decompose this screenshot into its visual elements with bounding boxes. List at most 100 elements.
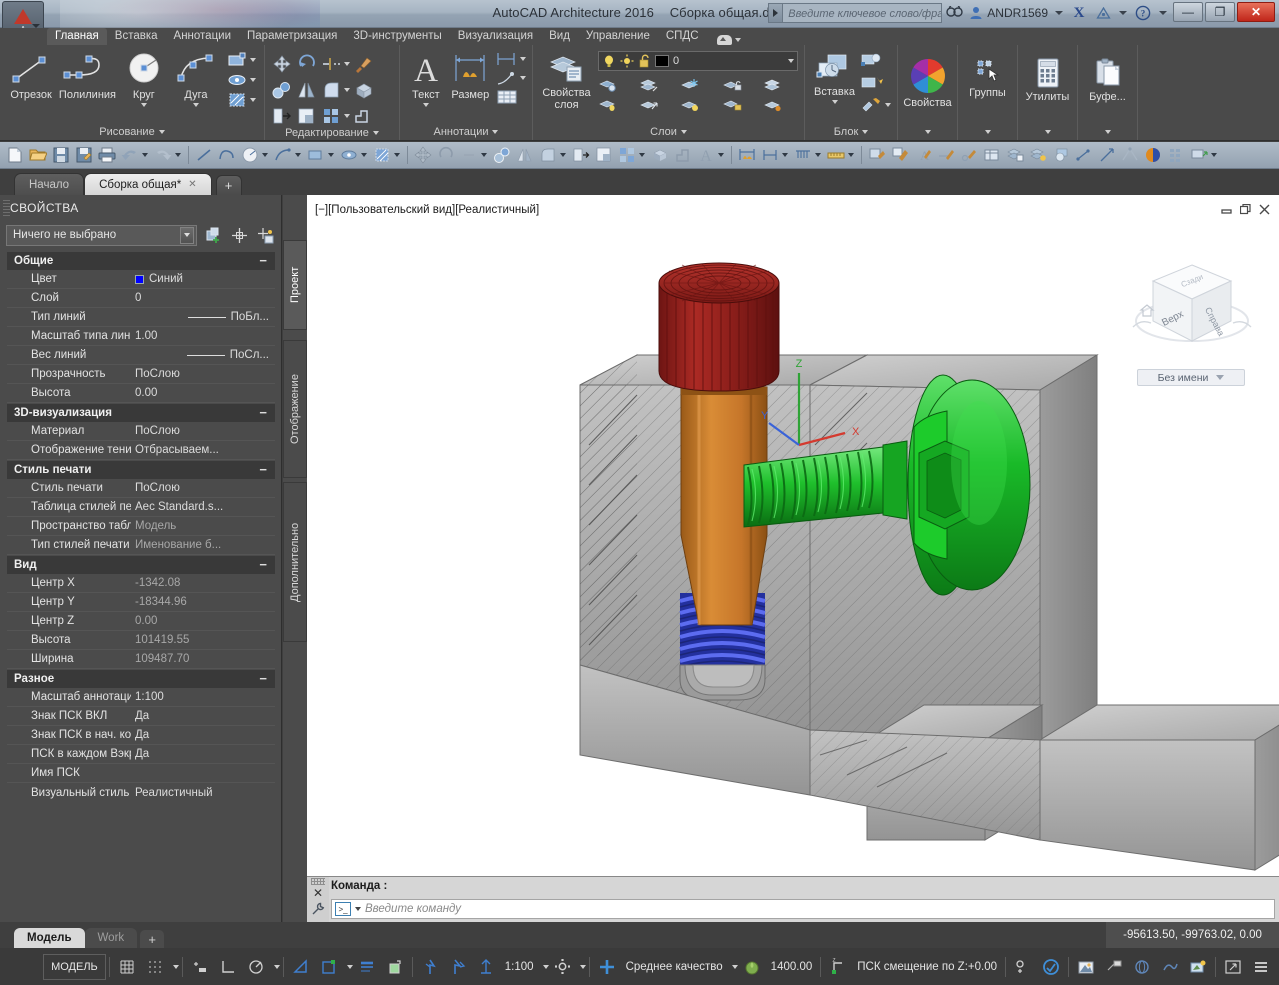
infocenter-expand-button[interactable] xyxy=(768,3,783,23)
ribbon-tab-home[interactable]: Главная xyxy=(47,28,107,45)
named-view-dropdown[interactable]: Без имени xyxy=(1137,369,1245,386)
collapse-icon[interactable]: − xyxy=(259,558,267,571)
ribbon-panel-block-title[interactable]: Блок xyxy=(805,123,897,140)
property-value[interactable]: ПоСл... xyxy=(131,349,275,361)
property-value[interactable]: Синий xyxy=(131,273,275,285)
collapse-icon[interactable]: − xyxy=(259,672,267,685)
ortho-mode-icon[interactable] xyxy=(214,954,242,980)
ribbon-tab-visualization[interactable]: Визуализация xyxy=(450,28,541,45)
ribbon-tab-view[interactable]: Вид xyxy=(541,28,578,45)
property-row[interactable]: Стиль печати ПоСлою xyxy=(7,479,275,498)
property-row[interactable]: Знак ПСК в нач. коорд. Да xyxy=(7,726,275,745)
add-layout-button[interactable]: + xyxy=(140,930,165,948)
tool-rectangle[interactable] xyxy=(227,51,257,69)
undo-icon[interactable] xyxy=(119,144,141,166)
aec-brush-icon[interactable] xyxy=(889,144,911,166)
layer-manager-icon[interactable] xyxy=(1004,144,1026,166)
fillet-chevron-icon[interactable] xyxy=(560,153,566,157)
tool-layer-make-current[interactable] xyxy=(763,77,798,93)
tool-layer-thaw[interactable] xyxy=(680,97,715,113)
property-row[interactable]: Визуальный стиль Реалистичный xyxy=(7,783,275,802)
tool-text[interactable]: A Текст xyxy=(406,49,446,107)
ribbon-workspace-switch[interactable] xyxy=(716,35,741,45)
annotation-monitor-icon[interactable] xyxy=(1100,954,1128,980)
chevron-down-icon[interactable] xyxy=(520,76,526,80)
ribbon-panel-clipboard-expand[interactable] xyxy=(1078,123,1137,140)
selection-cycling-icon[interactable] xyxy=(416,954,444,980)
chevron-down-icon[interactable] xyxy=(180,226,194,244)
trim-icon[interactable] xyxy=(458,144,480,166)
chevron-down-icon[interactable] xyxy=(520,57,526,61)
chevron-down-icon[interactable] xyxy=(192,103,199,107)
multileader-icon[interactable] xyxy=(792,144,814,166)
property-row[interactable]: Цвет Синий xyxy=(7,270,275,289)
workspace-gear-icon[interactable] xyxy=(549,954,576,980)
extrude-icon[interactable] xyxy=(649,144,671,166)
property-value[interactable]: Да xyxy=(131,748,275,760)
property-row[interactable]: Знак ПСК ВКЛ Да xyxy=(7,707,275,726)
ellipse-chevron-icon[interactable] xyxy=(361,153,367,157)
measure-icon[interactable] xyxy=(825,144,847,166)
tool-layer-isolate[interactable] xyxy=(598,77,633,93)
user-account[interactable]: ANDR1569 xyxy=(966,6,1051,20)
tool-presspull[interactable] xyxy=(353,106,375,126)
dimension-style-icon[interactable] xyxy=(736,144,758,166)
tool-layer-delete[interactable] xyxy=(763,97,798,113)
open-icon[interactable] xyxy=(27,144,49,166)
mirror-icon[interactable] xyxy=(514,144,536,166)
model-scale-icon[interactable] xyxy=(738,954,766,980)
layout-tab-work[interactable]: Work xyxy=(84,928,138,948)
side-tab-project[interactable]: Проект xyxy=(283,240,307,330)
ribbon-tab-annotations[interactable]: Аннотации xyxy=(166,28,239,45)
tool-mirror[interactable] xyxy=(296,80,318,100)
tool-polyline[interactable]: Полилиния xyxy=(58,49,117,101)
layer-state-icon[interactable] xyxy=(1027,144,1049,166)
chevron-down-icon[interactable] xyxy=(344,62,350,66)
block-insert-icon[interactable] xyxy=(1050,144,1072,166)
property-row[interactable]: Масштаб типа линий 1.00 xyxy=(7,327,275,346)
trim-chevron-icon[interactable] xyxy=(481,153,487,157)
line-icon[interactable] xyxy=(193,144,215,166)
tool-fillet[interactable] xyxy=(321,80,350,100)
new-document-button[interactable]: + xyxy=(215,175,242,195)
close-icon[interactable]: ✕ xyxy=(188,179,196,190)
property-row[interactable]: Вес линий ПоСл... xyxy=(7,346,275,365)
annotation-scale-sync-icon[interactable] xyxy=(472,954,500,980)
hatch-chevron-icon[interactable] xyxy=(394,153,400,157)
render-icon[interactable] xyxy=(1142,144,1164,166)
chevron-down-icon[interactable] xyxy=(250,58,257,62)
redo-chevron-icon[interactable] xyxy=(175,153,181,157)
ribbon-panel-annotation-title[interactable]: Аннотации xyxy=(400,123,532,140)
infer-constraints-icon[interactable] xyxy=(186,954,214,980)
selection-dropdown[interactable]: Ничего не выбрано xyxy=(6,224,197,246)
restore-button[interactable]: ❐ xyxy=(1205,2,1235,22)
snap-chevron-icon[interactable] xyxy=(172,964,179,969)
collapse-icon[interactable]: − xyxy=(259,254,267,267)
ribbon-tab-insert[interactable]: Вставка xyxy=(107,28,166,45)
pick-point-icon[interactable] xyxy=(229,225,249,245)
viewport-icon[interactable] xyxy=(1188,144,1210,166)
materials-icon[interactable] xyxy=(1156,954,1184,980)
scale-value-label[interactable]: 1400.00 xyxy=(766,954,818,980)
move-icon[interactable] xyxy=(412,144,434,166)
minimize-button[interactable]: — xyxy=(1173,2,1203,22)
tool-groups[interactable]: Группы xyxy=(964,55,1011,99)
tool-scale[interactable] xyxy=(296,106,318,126)
ribbon-panel-utilities-expand[interactable] xyxy=(1018,123,1077,140)
property-row[interactable]: Отображение тени Отбрасываем... xyxy=(7,441,275,460)
text-style-icon[interactable]: A xyxy=(912,144,934,166)
tool-copy[interactable] xyxy=(271,80,293,100)
linear-dim-icon[interactable] xyxy=(759,144,781,166)
property-row[interactable]: Материал ПоСлою xyxy=(7,422,275,441)
tool-edit-attributes[interactable] xyxy=(860,96,891,114)
rotate-icon[interactable] xyxy=(435,144,457,166)
command-input-row[interactable]: >_ Введите команду xyxy=(331,899,1275,919)
property-value[interactable]: 1.00 xyxy=(131,330,275,342)
quick-calc-icon[interactable] xyxy=(255,225,275,245)
chevron-down-icon[interactable] xyxy=(885,103,891,107)
polyline-icon[interactable] xyxy=(216,144,238,166)
grid-display-icon[interactable] xyxy=(113,954,141,980)
tool-linear-dim[interactable] xyxy=(495,51,519,67)
property-group-general[interactable]: Общие − xyxy=(7,252,275,270)
ribbon-panel-draw-title[interactable]: Рисование xyxy=(0,123,264,140)
